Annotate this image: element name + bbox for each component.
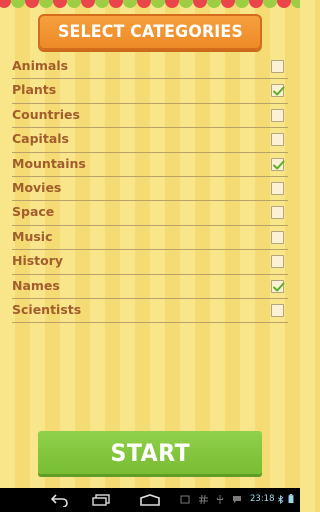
category-label: Scientists (12, 301, 82, 317)
scallop-dot (221, 0, 235, 8)
category-label: Movies (12, 179, 62, 195)
start-button[interactable]: START (38, 431, 262, 474)
scallop-dot (25, 0, 39, 8)
scallop-dot (249, 0, 263, 8)
scallop-dot (123, 0, 137, 8)
chat-icon (233, 496, 241, 503)
scallop-dot (291, 0, 300, 8)
category-row[interactable]: History (12, 250, 288, 275)
scalloped-border (0, 0, 300, 8)
category-row[interactable]: Movies (12, 177, 288, 202)
scallop-dot (179, 0, 193, 8)
category-label: Animals (12, 58, 69, 73)
scallop-dot (151, 0, 165, 8)
usb-icon (216, 495, 224, 504)
category-label: Capitals (12, 131, 69, 147)
category-row[interactable]: Animals (12, 55, 288, 80)
select-categories-header: SELECT CATEGORIES (38, 14, 262, 50)
start-button-label: START (110, 438, 190, 467)
page-title: SELECT CATEGORIES (57, 22, 243, 42)
scallop-dot (263, 0, 277, 8)
category-row[interactable]: Plants (12, 79, 288, 104)
scallop-dot (11, 0, 25, 8)
scallop-dot (109, 0, 123, 8)
category-label: Space (12, 204, 55, 220)
category-row[interactable]: Names (12, 275, 288, 299)
scallop-dot (165, 0, 179, 8)
scallop-dot (53, 0, 67, 8)
category-label: Plants (12, 82, 57, 98)
scallop-dot (67, 0, 81, 8)
scallop-dot (193, 0, 207, 8)
clock: 23:18 (250, 494, 275, 504)
battery-icon (288, 494, 294, 503)
category-row[interactable]: Mountains (12, 153, 288, 177)
category-row[interactable]: Space (12, 201, 288, 226)
category-row[interactable]: Countries (12, 104, 288, 129)
scallop-dot (235, 0, 249, 8)
category-checkbox[interactable] (271, 181, 284, 195)
scallop-dot (0, 0, 11, 8)
scallop-dot (207, 0, 221, 8)
category-checkbox[interactable] (271, 60, 284, 73)
check-icon (273, 86, 285, 96)
category-label: Music (12, 228, 53, 244)
scallop-dot (95, 0, 109, 8)
category-checkbox[interactable] (271, 279, 285, 293)
category-checkbox[interactable] (271, 157, 285, 171)
category-checkbox[interactable] (271, 84, 285, 98)
scallop-dot (39, 0, 53, 8)
category-checkbox[interactable] (271, 230, 284, 244)
check-icon (273, 282, 285, 292)
category-checkbox[interactable] (271, 108, 284, 122)
scallop-dot (81, 0, 95, 8)
back-icon[interactable] (50, 493, 70, 507)
category-checkbox[interactable] (271, 255, 284, 269)
screenshot-icon (180, 495, 190, 504)
category-row[interactable]: Scientists (12, 299, 288, 324)
scallop-dot (277, 0, 291, 8)
recent-apps-icon[interactable] (92, 494, 110, 506)
category-label: Countries (12, 106, 80, 122)
check-icon (273, 160, 285, 170)
category-checkbox[interactable] (271, 133, 284, 147)
home-icon[interactable] (139, 494, 161, 506)
scallop-dot (137, 0, 151, 8)
category-row[interactable]: Capitals (12, 128, 288, 153)
category-row[interactable]: Music (12, 226, 288, 251)
category-label: History (12, 253, 64, 269)
category-checkbox[interactable] (271, 206, 284, 220)
category-label: Names (12, 277, 60, 293)
bluetooth-icon (277, 495, 284, 504)
category-list: Animals Plants Countries Capitals Mountains M… (12, 55, 288, 324)
category-checkbox[interactable] (271, 303, 284, 317)
hash-icon (199, 495, 208, 504)
system-navigation-bar: 23:18 (0, 488, 300, 512)
category-label: Mountains (12, 155, 86, 171)
